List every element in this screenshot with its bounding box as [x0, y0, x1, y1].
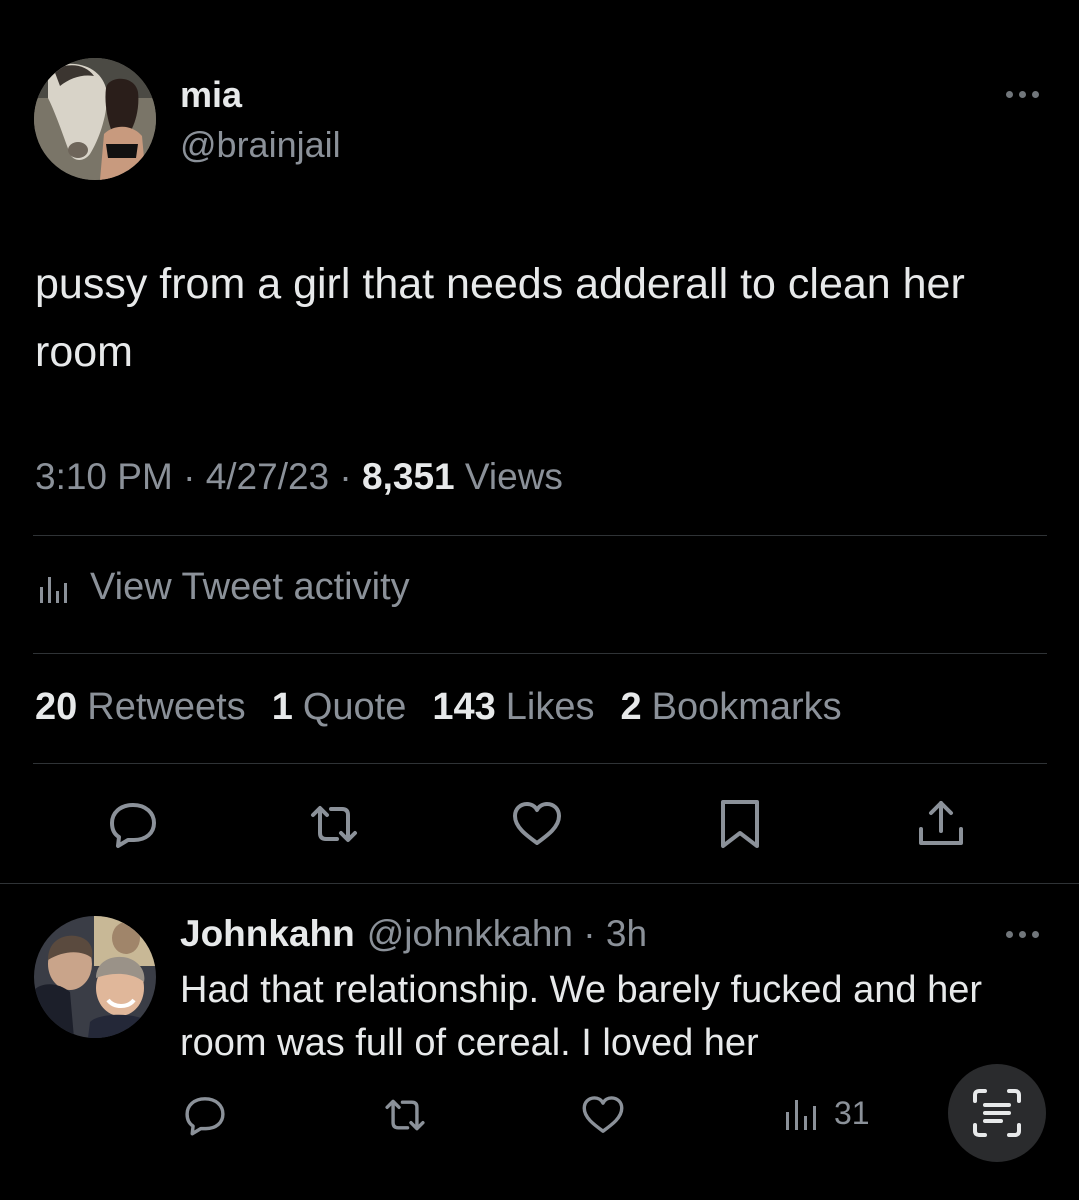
reply-icon	[185, 1097, 225, 1136]
meta-separator: ·	[583, 913, 596, 954]
divider	[33, 763, 1047, 764]
reply-author-name[interactable]: Johnkahn	[180, 913, 355, 954]
author-handle[interactable]: @brainjail	[180, 124, 341, 166]
views-label: Views	[464, 456, 563, 497]
like-icon	[513, 802, 561, 845]
bookmark-button[interactable]	[712, 796, 768, 852]
reply-retweet-button[interactable]	[380, 1090, 430, 1140]
share-button[interactable]	[913, 796, 969, 852]
views-count: 8,351	[362, 456, 455, 497]
meta-separator: ·	[183, 456, 196, 497]
analytics-icon	[40, 576, 67, 603]
scan-text-button[interactable]	[948, 1064, 1046, 1162]
retweet-button[interactable]	[306, 796, 362, 852]
scan-text-icon	[973, 1089, 1021, 1137]
retweet-icon	[385, 1099, 425, 1131]
divider	[0, 883, 1079, 884]
bookmarks-stat[interactable]: 2 Bookmarks	[620, 686, 841, 729]
reply-text: Had that relationship. We barely fucked …	[180, 969, 982, 1064]
divider	[33, 653, 1047, 654]
reply-button[interactable]	[105, 796, 161, 852]
like-icon	[582, 1096, 624, 1133]
author-name[interactable]: mia	[180, 74, 242, 116]
reply-like-button[interactable]	[578, 1090, 628, 1140]
tweet-time: 3:10 PM	[35, 456, 173, 497]
tweet-date: 4/27/23	[205, 456, 330, 497]
bookmark-icon	[721, 800, 759, 848]
reply-header: Johnkahn @johnkkahn · 3h	[180, 913, 647, 955]
views-icon	[786, 1100, 816, 1130]
retweet-icon	[311, 806, 357, 842]
divider	[33, 535, 1047, 536]
retweets-stat[interactable]: 20 Retweets	[35, 686, 246, 729]
author-avatar[interactable]	[34, 58, 156, 180]
reply-reply-button[interactable]	[180, 1090, 230, 1140]
like-button[interactable]	[509, 796, 565, 852]
share-icon	[919, 801, 963, 845]
reply-age: 3h	[605, 913, 648, 954]
more-options-icon[interactable]	[1002, 86, 1042, 102]
view-activity-link[interactable]: View Tweet activity	[38, 566, 410, 609]
reply-views-count: 31	[834, 1094, 870, 1131]
quotes-stat[interactable]: 1 Quote	[272, 686, 407, 729]
reply-icon	[110, 803, 156, 848]
engagement-stats: 20 Retweets 1 Quote 143 Likes 2 Bookmarks	[35, 686, 842, 729]
more-options-icon[interactable]	[1002, 926, 1042, 942]
reply-author-handle[interactable]: @johnkkahn	[367, 913, 573, 954]
tweet-meta: 3:10 PM · 4/27/23 · 8,351 Views	[35, 456, 563, 498]
reply-views-button[interactable]: 31	[784, 1094, 870, 1132]
meta-separator: ·	[339, 456, 352, 497]
reply-avatar[interactable]	[34, 916, 156, 1038]
activity-label: View Tweet activity	[90, 566, 410, 608]
tweet-text: pussy from a girl that needs adderall to…	[35, 260, 965, 376]
likes-stat[interactable]: 143 Likes	[432, 686, 594, 729]
